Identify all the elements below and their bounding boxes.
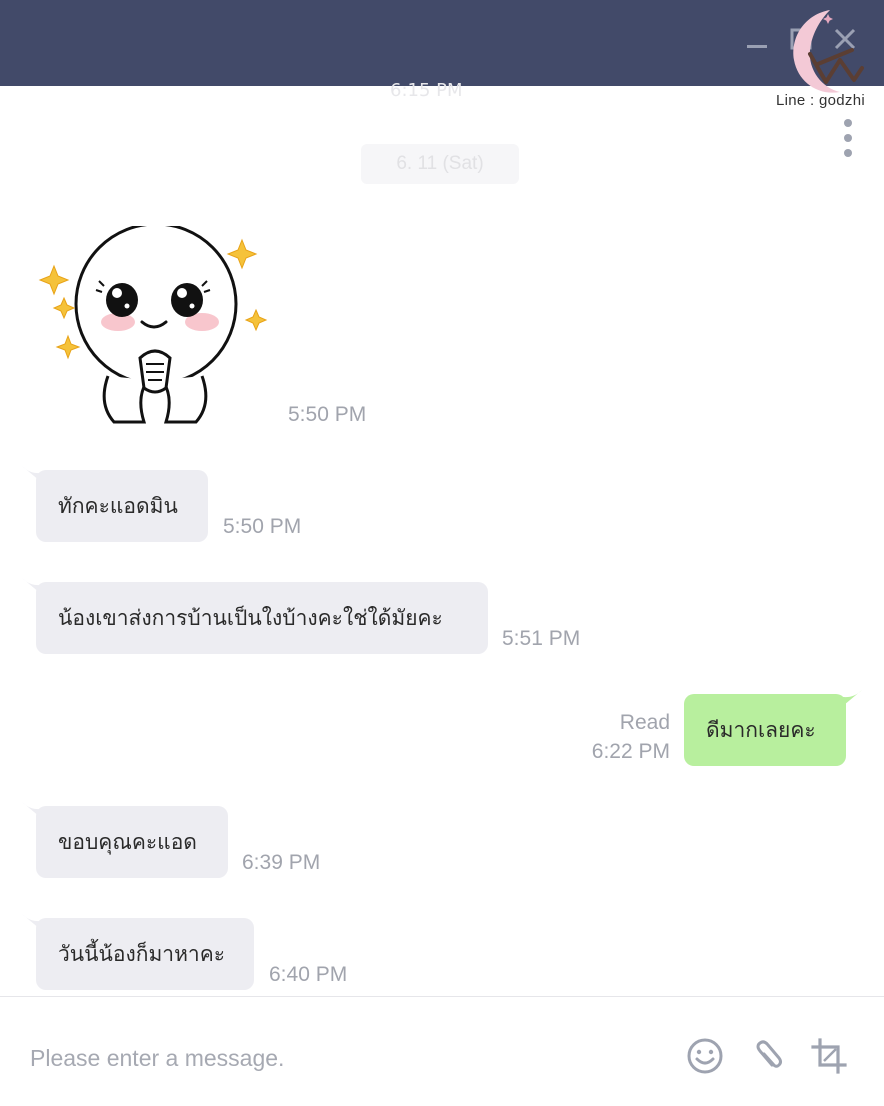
attach-button[interactable] xyxy=(748,1037,786,1075)
praying-moon-face-sticker[interactable] xyxy=(36,226,272,428)
message-input[interactable] xyxy=(30,1041,650,1075)
message-time: 6:40 PM xyxy=(269,963,348,986)
message-bubble-incoming[interactable]: วันนี้น้องก็มาหาคะ xyxy=(36,918,254,990)
title-bar xyxy=(0,0,884,86)
read-receipt: Read 6:22 PM xyxy=(560,708,670,766)
emoji-icon xyxy=(687,1038,723,1074)
message-time: 5:50 PM xyxy=(223,515,302,538)
message-composer xyxy=(0,996,884,1106)
message-text: น้องเขาส่งการบ้านเป็นใงบ้างคะใช่ใด้มัยคะ xyxy=(58,605,443,630)
message-bubble-incoming[interactable]: น้องเขาส่งการบ้านเป็นใงบ้างคะใช่ใด้มัยคะ xyxy=(36,582,488,654)
emoji-button[interactable] xyxy=(686,1037,724,1075)
message-time: 6:22 PM xyxy=(591,740,670,763)
message-bubble-incoming[interactable]: ขอบคุณคะแอด xyxy=(36,806,228,878)
paperclip-icon xyxy=(756,1040,782,1068)
message-time: 5:50 PM xyxy=(288,403,367,426)
message-text: ทักคะแอดมิน xyxy=(58,493,178,518)
more-options-button[interactable] xyxy=(836,116,860,160)
message-time: 5:51 PM xyxy=(502,627,581,650)
minimize-icon xyxy=(747,45,767,48)
message-text: ขอบคุณคะแอด xyxy=(58,829,197,854)
message-time: 6:39 PM xyxy=(242,851,321,874)
date-separator: 6. 11 (Sat) xyxy=(361,144,519,184)
faded-timestamp: 6:15 PM xyxy=(390,80,463,101)
minimize-button[interactable] xyxy=(744,26,770,52)
message-bubble-incoming[interactable]: ทักคะแอดมิน xyxy=(36,470,208,542)
more-vertical-icon xyxy=(844,119,852,127)
screenshot-button[interactable] xyxy=(810,1037,848,1075)
watermark-text: Line : godzhi xyxy=(776,92,865,109)
message-text: วันนี้น้องก็มาหาคะ xyxy=(58,941,226,966)
read-status: Read xyxy=(619,711,670,734)
message-text: ดีมากเลยคะ xyxy=(706,717,816,742)
message-bubble-outgoing[interactable]: ดีมากเลยคะ xyxy=(684,694,846,766)
crop-icon xyxy=(811,1038,847,1074)
